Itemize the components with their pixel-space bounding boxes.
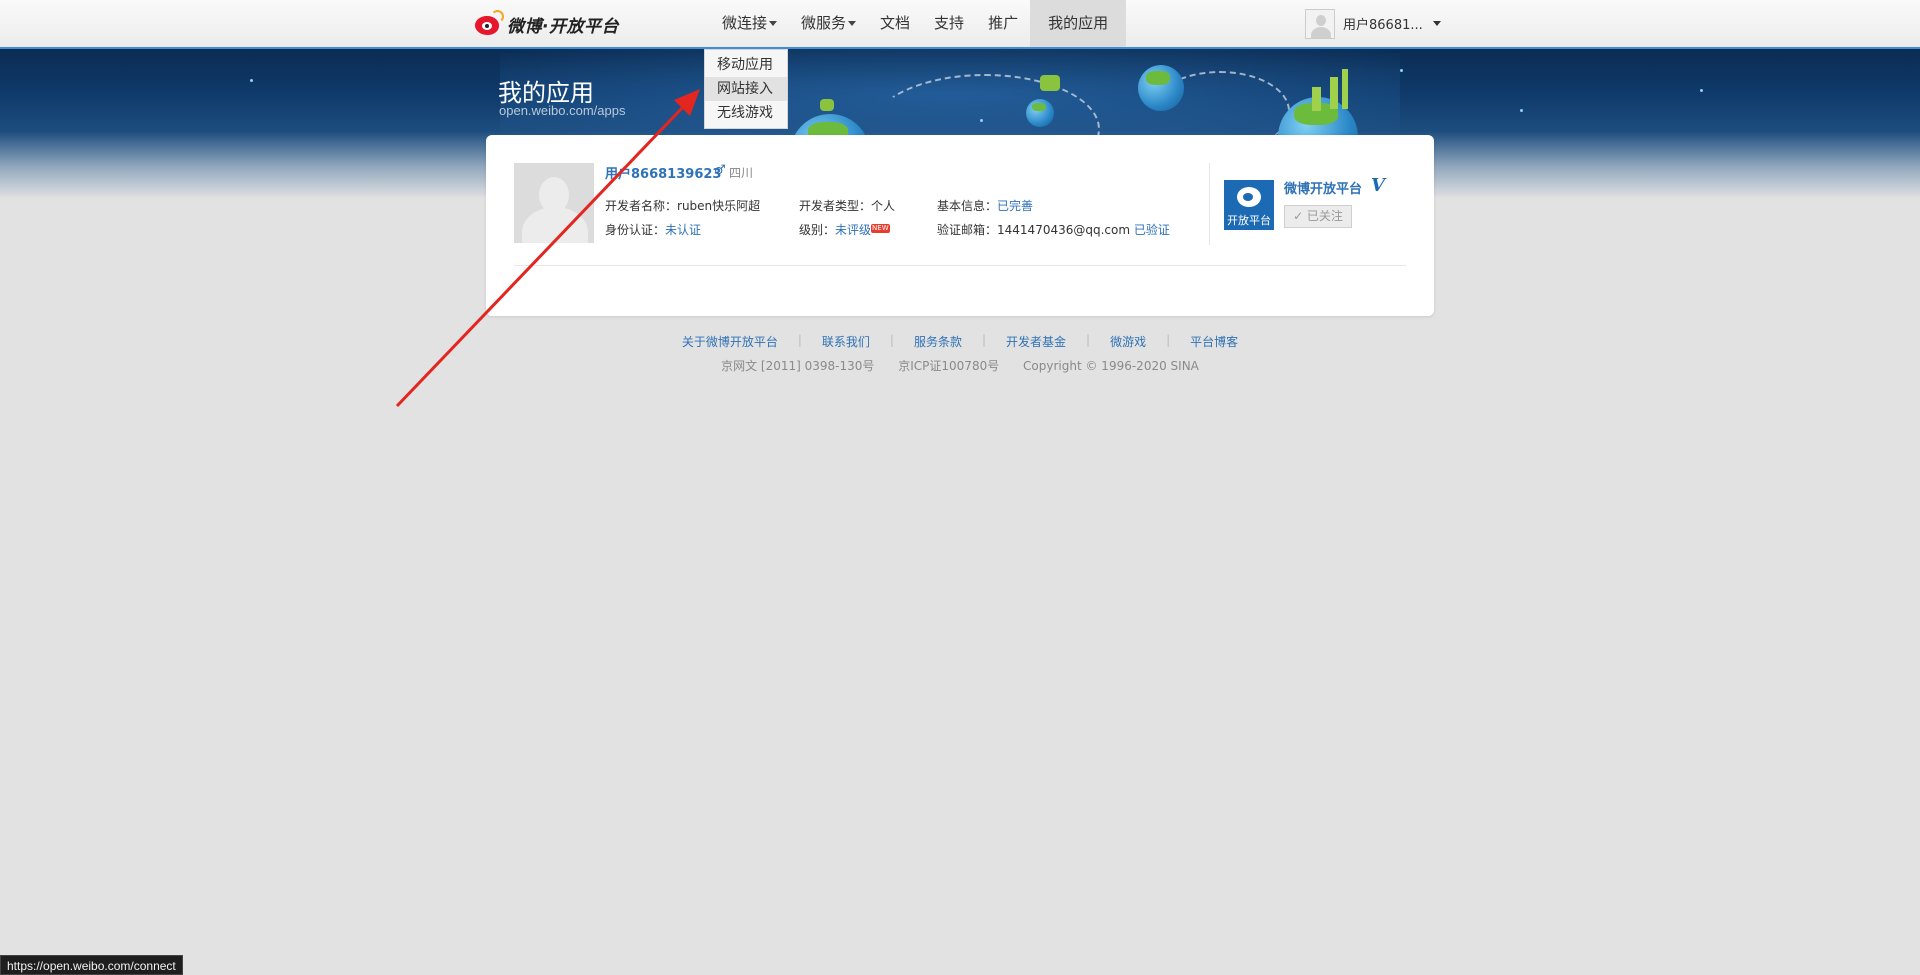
- separator: |: [889, 333, 894, 347]
- weibo-logo-icon: [473, 10, 505, 38]
- weibo-open-platform-logo[interactable]: 微博·开放平台: [473, 9, 619, 39]
- nav-item-label: 微服务: [801, 14, 847, 32]
- footer-link-fund[interactable]: 开发者基金: [1006, 333, 1066, 350]
- developer-name-value: ruben快乐阿超: [677, 199, 761, 213]
- copyright-text: Copyright © 1996-2020 SINA: [1023, 359, 1199, 373]
- developer-profile-card: 用户8668139623 ♂ 四川 开发者名称：ruben快乐阿超 开发者类型：…: [486, 135, 1434, 316]
- separator: |: [1166, 333, 1171, 347]
- basic-info-link[interactable]: 已完善: [997, 199, 1033, 213]
- separator: |: [981, 333, 987, 347]
- dropdown-item-website-access[interactable]: 网站接入: [705, 77, 787, 101]
- avatar: [1305, 8, 1335, 39]
- divider: [514, 265, 1406, 266]
- separator: |: [797, 333, 802, 347]
- footer-link-terms[interactable]: 服务条款: [914, 333, 962, 350]
- field-label: 级别：: [799, 223, 836, 237]
- caret-down-icon: [1432, 21, 1441, 26]
- email-verified-link[interactable]: 已验证: [1134, 223, 1170, 237]
- footer-link-contact[interactable]: 联系我们: [822, 333, 870, 350]
- nav-item-label: 推广: [988, 14, 1019, 32]
- field-label: 开发者名称：: [605, 199, 678, 213]
- nav-item-docs[interactable]: 文档: [868, 0, 922, 47]
- open-platform-logo-label: 开放平台: [1227, 214, 1271, 227]
- nav-item-label: 我的应用: [1048, 14, 1109, 32]
- verified-v-icon: V: [1371, 175, 1385, 196]
- main-nav: 微连接 微服务 文档 支持 推广 我的应用: [710, 0, 1127, 47]
- followed-button[interactable]: ✓ 已关注: [1284, 205, 1352, 228]
- open-platform-name-link[interactable]: 微博开放平台: [1284, 178, 1362, 197]
- field-label: 验证邮箱：: [937, 223, 998, 237]
- field-label: 开发者类型：: [799, 199, 872, 213]
- icp-license-1: 京网文 [2011] 0398-130号: [721, 359, 875, 373]
- field-label: 身份认证：: [605, 223, 666, 237]
- developer-name-field: 开发者名称：ruben快乐阿超: [605, 197, 760, 214]
- profile-username-link[interactable]: 用户8668139623: [605, 163, 721, 182]
- identity-field: 身份认证：未认证: [605, 221, 701, 238]
- caret-down-icon: [769, 21, 778, 26]
- profile-avatar[interactable]: [514, 163, 594, 243]
- footer-link-games[interactable]: 微游戏: [1110, 333, 1146, 350]
- basic-info-field: 基本信息：已完善: [937, 197, 1033, 214]
- developer-type-field: 开发者类型：个人: [799, 197, 895, 214]
- level-field: 级别：未评级NEW: [799, 221, 890, 238]
- level-link[interactable]: 未评级: [835, 223, 871, 237]
- nav-item-my-apps[interactable]: 我的应用: [1030, 0, 1127, 47]
- dropdown-item-mobile-app[interactable]: 移动应用: [705, 53, 787, 77]
- nav-item-label: 文档: [880, 14, 911, 32]
- weibo-logo-icon: [1237, 187, 1261, 207]
- email-field: 验证邮箱：1441470436@qq.com 已验证: [937, 221, 1170, 238]
- icp-license-2: 京ICP证100780号: [898, 359, 1000, 373]
- user-menu[interactable]: 用户86681...: [1305, 7, 1441, 40]
- nav-item-wei-service[interactable]: 微服务: [789, 0, 868, 47]
- page-subtitle-url: open.weibo.com/apps: [499, 103, 626, 118]
- nav-item-label: 微连接: [722, 14, 768, 32]
- nav-item-support[interactable]: 支持: [922, 0, 976, 47]
- separator: |: [1086, 333, 1091, 347]
- wei-connect-dropdown: 移动应用 网站接入 无线游戏: [704, 49, 788, 129]
- new-badge: NEW: [871, 224, 890, 233]
- nav-item-wei-connect[interactable]: 微连接: [710, 0, 789, 47]
- caret-down-icon: [848, 21, 857, 26]
- browser-status-url: https://open.weibo.com/connect: [0, 955, 183, 975]
- footer-link-blog[interactable]: 平台博客: [1190, 333, 1238, 350]
- profile-region: 四川: [729, 166, 754, 180]
- male-gender-icon: ♂: [714, 163, 726, 178]
- nav-item-label: 支持: [934, 14, 965, 32]
- field-label: 基本信息：: [937, 199, 998, 213]
- footer-link-about[interactable]: 关于微博开放平台: [682, 333, 778, 350]
- identity-link[interactable]: 未认证: [665, 223, 701, 237]
- divider: [1209, 163, 1210, 245]
- open-platform-logo[interactable]: 开放平台: [1224, 180, 1274, 230]
- user-name: 用户86681...: [1343, 18, 1423, 33]
- email-value: 1441470436@qq.com: [997, 223, 1131, 237]
- nav-item-promote[interactable]: 推广: [976, 0, 1030, 47]
- top-nav-bar: 微博·开放平台 微连接 微服务 文档 支持 推广 我的应用 用户86681...: [0, 0, 1920, 49]
- logo-text: 微博·开放平台: [507, 16, 619, 37]
- footer-links: 关于微博开放平台 | 联系我们 | 服务条款 | 开发者基金 | 微游戏 | 平台博客: [0, 333, 1920, 350]
- developer-type-value: 个人: [871, 199, 896, 213]
- dropdown-item-wireless-games[interactable]: 无线游戏: [705, 101, 787, 125]
- footer-copyright: 京网文 [2011] 0398-130号 京ICP证100780号 Copyri…: [0, 357, 1920, 374]
